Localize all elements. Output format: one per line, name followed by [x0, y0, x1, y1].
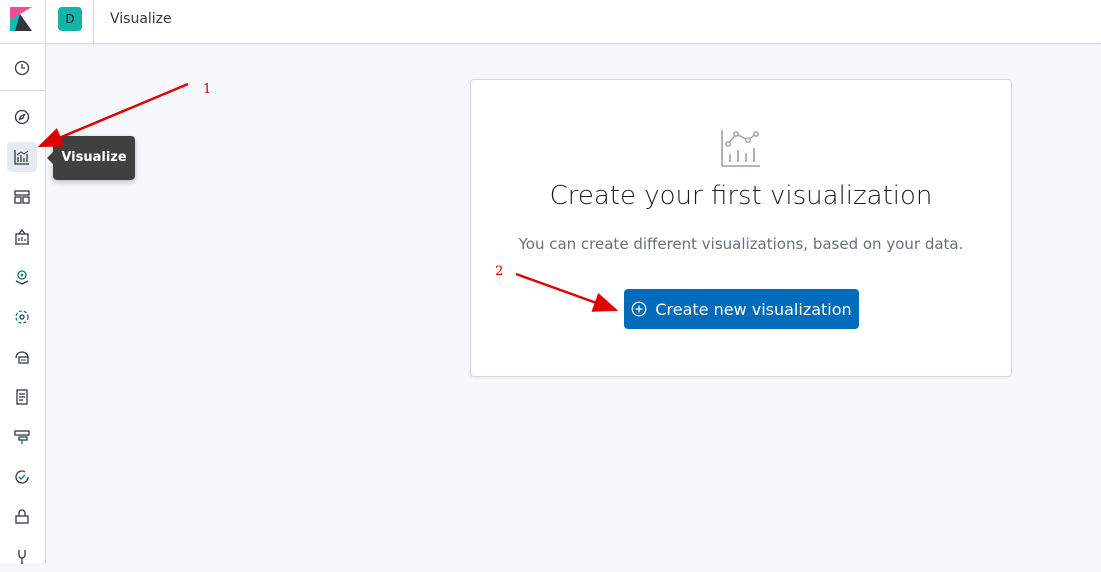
nav-dev-tools[interactable] [7, 542, 37, 572]
nav-visualize[interactable] [7, 142, 37, 172]
nav-machine-learning[interactable] [7, 302, 37, 332]
siem-icon [15, 509, 29, 524]
header-divider [93, 0, 94, 44]
nav-siem[interactable] [7, 502, 37, 532]
logs-icon [16, 389, 28, 405]
uptime-icon [15, 470, 29, 484]
nav-dashboard[interactable] [7, 182, 37, 212]
dashboard-icon [14, 190, 30, 204]
visualize-chart-icon [721, 130, 760, 167]
nav-apm[interactable] [7, 422, 37, 452]
nav-tooltip: Visualize [47, 136, 135, 180]
create-new-visualization-button[interactable]: Create new visualization [624, 289, 859, 329]
empty-state-panel: Create your first visualization You can … [470, 79, 1012, 377]
canvas-icon [15, 228, 29, 245]
nav-recently-viewed[interactable] [7, 53, 37, 83]
breadcrumb: Visualize [110, 11, 172, 27]
nav-divider [0, 90, 46, 91]
nav-infrastructure[interactable] [7, 342, 37, 372]
header-divider [45, 0, 46, 44]
visualize-chart-icon [14, 150, 29, 165]
map-pin-icon [15, 270, 29, 285]
nav-uptime[interactable] [7, 462, 37, 492]
top-header: D Visualize [0, 0, 1101, 44]
nav-maps[interactable] [7, 262, 37, 292]
nav-logs[interactable] [7, 382, 37, 412]
create-button-label: Create new visualization [655, 299, 852, 319]
clock-icon [14, 60, 30, 76]
empty-state-title: Create your first visualization [549, 181, 933, 211]
ml-icon [15, 310, 29, 324]
empty-state-description: You can create different visualizations,… [518, 235, 964, 253]
annotation-label-2: 2 [495, 264, 504, 279]
annotation-label-1: 1 [203, 82, 212, 97]
wrench-icon [18, 550, 26, 564]
apm-icon [14, 430, 30, 444]
plus-circle-icon [631, 301, 647, 317]
side-navigation [0, 44, 46, 564]
kibana-logo[interactable] [10, 7, 32, 31]
space-avatar[interactable]: D [58, 7, 82, 31]
infra-icon [15, 351, 29, 364]
nav-discover[interactable] [7, 102, 37, 132]
compass-icon [14, 109, 30, 125]
nav-canvas[interactable] [7, 222, 37, 252]
